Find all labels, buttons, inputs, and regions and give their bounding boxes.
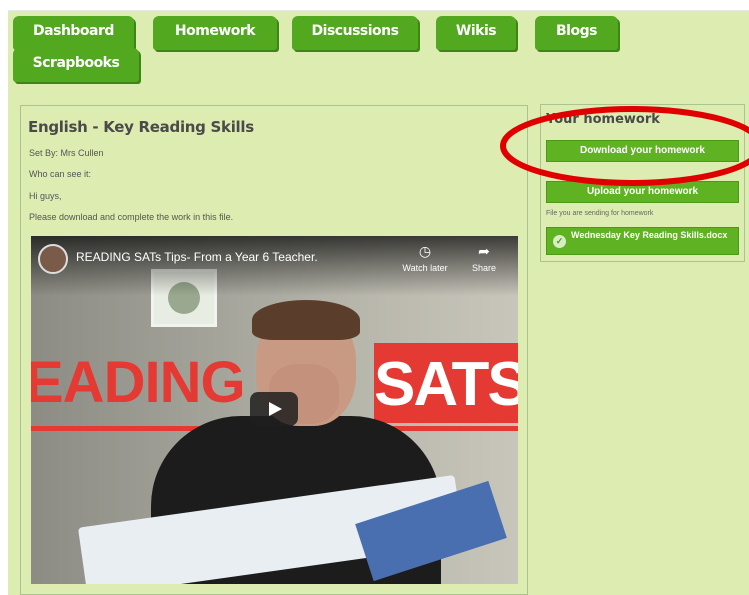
tab-discussions[interactable]: Discussions [292,16,418,50]
channel-avatar[interactable] [38,244,68,274]
watch-later-label: Watch later [402,263,448,273]
tab-dashboard[interactable]: Dashboard [13,16,134,50]
video-player[interactable]: EADING SATS READING SATs Tips- From a Ye… [31,236,518,584]
clock-icon: ◷ [418,243,432,259]
check-icon: ✓ [553,235,566,248]
play-button[interactable] [250,392,298,426]
video-title[interactable]: READING SATs Tips- From a Year 6 Teacher… [76,250,318,264]
tab-homework[interactable]: Homework [153,16,277,50]
share-arrow-icon: ➦ [478,243,490,259]
share-label: Share [471,263,497,273]
share-button[interactable]: ➦ Share [464,242,504,273]
play-icon [269,402,282,416]
visibility-text: Who can see it: [29,169,92,179]
video-banner-left: EADING [31,350,246,415]
uploaded-file[interactable]: ✓ Wednesday Key Reading Skills.docx [546,227,739,255]
top-divider [8,10,749,11]
watch-later-button[interactable]: ◷ Watch later [399,242,451,273]
instruction-text: Please download and complete the work in… [29,212,234,222]
tab-wikis[interactable]: Wikis [436,16,516,50]
tab-blogs[interactable]: Blogs [535,16,618,50]
upload-note: File you are sending for homework [546,210,654,217]
greeting-text: Hi guys, [29,191,62,201]
set-by-text: Set By: Mrs Cullen [29,148,104,158]
person-hair [252,300,360,340]
video-banner-right: SATS [374,350,518,419]
tab-scrapbooks[interactable]: Scrapbooks [13,48,139,82]
uploaded-file-name: Wednesday Key Reading Skills.docx [571,230,728,240]
homework-title: English - Key Reading Skills [28,118,254,136]
red-annotation-circle [500,106,749,186]
